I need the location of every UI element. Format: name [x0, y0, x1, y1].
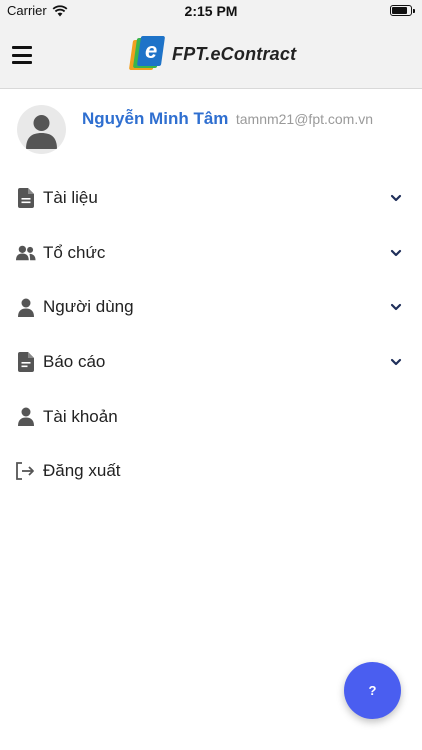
logo-letter: e [144, 38, 158, 63]
document-icon [16, 188, 36, 209]
wifi-icon [52, 4, 68, 16]
menu-item-label: Người dùng [43, 297, 134, 317]
battery-fill [392, 7, 408, 14]
user-icon [16, 407, 36, 427]
hamburger-icon[interactable] [10, 43, 34, 67]
menu-item-nguoi-dung[interactable]: Người dùng [0, 280, 422, 335]
user-name: Nguyễn Minh Tâm [82, 109, 229, 128]
users-icon [16, 243, 36, 263]
logout-icon [16, 461, 36, 481]
app-logo: e FPT.eContract [128, 36, 297, 72]
user-profile: Nguyễn Minh Tâm tamnm21@fpt.com.vn [0, 90, 422, 170]
report-icon [16, 352, 36, 373]
side-menu: Tài liệu Tổ chức Người dùng Báo cáo Tài … [0, 171, 422, 499]
chevron-down-icon[interactable] [390, 247, 402, 259]
battery-icon [390, 5, 415, 16]
menu-item-label: Tài liệu [43, 188, 98, 208]
menu-item-tai-khoan[interactable]: Tài khoản [0, 389, 422, 444]
profile-text: Nguyễn Minh Tâm tamnm21@fpt.com.vn [82, 109, 373, 129]
user-email: tamnm21@fpt.com.vn [235, 111, 374, 127]
user-avatar-icon[interactable] [17, 105, 66, 154]
status-left: Carrier [7, 3, 68, 18]
logo-mark: e [128, 36, 166, 72]
logo-text: FPT.eContract [172, 43, 297, 64]
menu-item-label: Đăng xuất [43, 461, 121, 481]
help-button-label: ? [368, 683, 377, 698]
status-bar: Carrier 2:15 PM [0, 0, 422, 22]
menu-item-label: Tài khoản [43, 406, 118, 426]
app-header: e FPT.eContract [0, 22, 422, 89]
help-button[interactable]: ? [344, 662, 401, 719]
chevron-down-icon[interactable] [390, 356, 402, 368]
menu-item-to-chuc[interactable]: Tổ chức [0, 226, 422, 281]
menu-item-bao-cao[interactable]: Báo cáo [0, 335, 422, 390]
user-icon [16, 297, 36, 317]
carrier-label: Carrier [7, 3, 47, 18]
menu-item-label: Tổ chức [43, 242, 106, 262]
menu-item-label: Báo cáo [43, 352, 106, 372]
menu-item-tai-lieu[interactable]: Tài liệu [0, 171, 422, 226]
menu-item-dang-xuat[interactable]: Đăng xuất [0, 444, 422, 499]
chevron-down-icon[interactable] [390, 192, 402, 204]
chevron-down-icon[interactable] [390, 301, 402, 313]
